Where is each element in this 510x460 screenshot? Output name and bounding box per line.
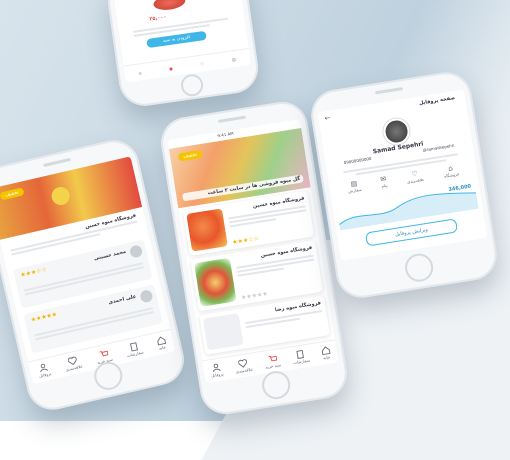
discount-badge: تخفیف bbox=[0, 187, 25, 201]
cart-tab[interactable]: ● bbox=[169, 65, 173, 70]
profile-title: صفحه پروفایل bbox=[418, 94, 456, 107]
store-image bbox=[202, 313, 244, 351]
tab-home[interactable]: خانه bbox=[320, 345, 331, 360]
tab-favorites[interactable]: علاقه‌مندی bbox=[63, 355, 83, 372]
rating-stars: ★★★☆☆ bbox=[19, 266, 48, 279]
profile-tab[interactable]: ☺ bbox=[231, 56, 236, 62]
stat-orders[interactable]: ▤ سفارش bbox=[347, 179, 362, 193]
tab-profile[interactable]: پروفایل bbox=[36, 362, 52, 378]
status-time: 9:41 AM bbox=[217, 131, 235, 139]
profile-screen: صفحه پروفایل ← Samad Sepehri 09000000000… bbox=[317, 89, 488, 261]
avatar bbox=[139, 289, 154, 304]
tab-cart[interactable]: سبد خرید bbox=[264, 353, 281, 370]
rating-stars: ★★★★★ bbox=[30, 310, 58, 324]
fruit-image bbox=[152, 0, 187, 12]
back-arrow-icon[interactable]: ← bbox=[324, 114, 331, 123]
tab-profile[interactable]: پروفایل bbox=[209, 362, 224, 378]
avatar bbox=[128, 244, 144, 259]
rating-stars: ★★★☆☆ bbox=[231, 235, 260, 247]
reviewer-name: علی احمدی bbox=[107, 293, 137, 306]
reviewer-name: محمد حسینی bbox=[93, 248, 127, 262]
stat-stores[interactable]: ⌂ فروشگاه bbox=[442, 163, 460, 178]
heart-tab[interactable]: ♡ bbox=[200, 61, 204, 66]
store-list-screen: 9:41 AM تخفیف گل میوه فروشی ها در سایت ۲… bbox=[167, 119, 339, 384]
tab-favorites[interactable]: علاقه‌مندی bbox=[234, 358, 253, 374]
home-button bbox=[403, 251, 436, 284]
store-image bbox=[186, 208, 228, 252]
banner-badge: تخفیف bbox=[177, 149, 203, 162]
product-price: ۲۵,۰۰۰ bbox=[149, 14, 167, 23]
tab-orders[interactable]: سفارشات bbox=[124, 341, 144, 358]
home-button bbox=[179, 72, 205, 98]
product-screen: ۲۵,۰۰۰ افزودن به سبد ⌂ ● ♡ ☺ bbox=[112, 0, 251, 83]
home-tab[interactable]: ⌂ bbox=[138, 70, 141, 75]
rating-stars: ★★★★★ bbox=[240, 290, 269, 302]
store-image bbox=[194, 257, 237, 307]
home-button bbox=[260, 369, 293, 402]
stat-favorites[interactable]: ♡ علاقه‌مندی bbox=[405, 169, 425, 185]
tab-home[interactable]: خانه bbox=[155, 335, 167, 351]
phone-right: صفحه پروفایل ← Samad Sepehri 09000000000… bbox=[307, 68, 501, 302]
tab-orders[interactable]: سفارشات bbox=[291, 349, 310, 365]
stat-messages[interactable]: ✉ پیام bbox=[380, 175, 388, 189]
phone-top: ۲۵,۰۰۰ افزودن به سبد ⌂ ● ♡ ☺ bbox=[104, 0, 262, 110]
